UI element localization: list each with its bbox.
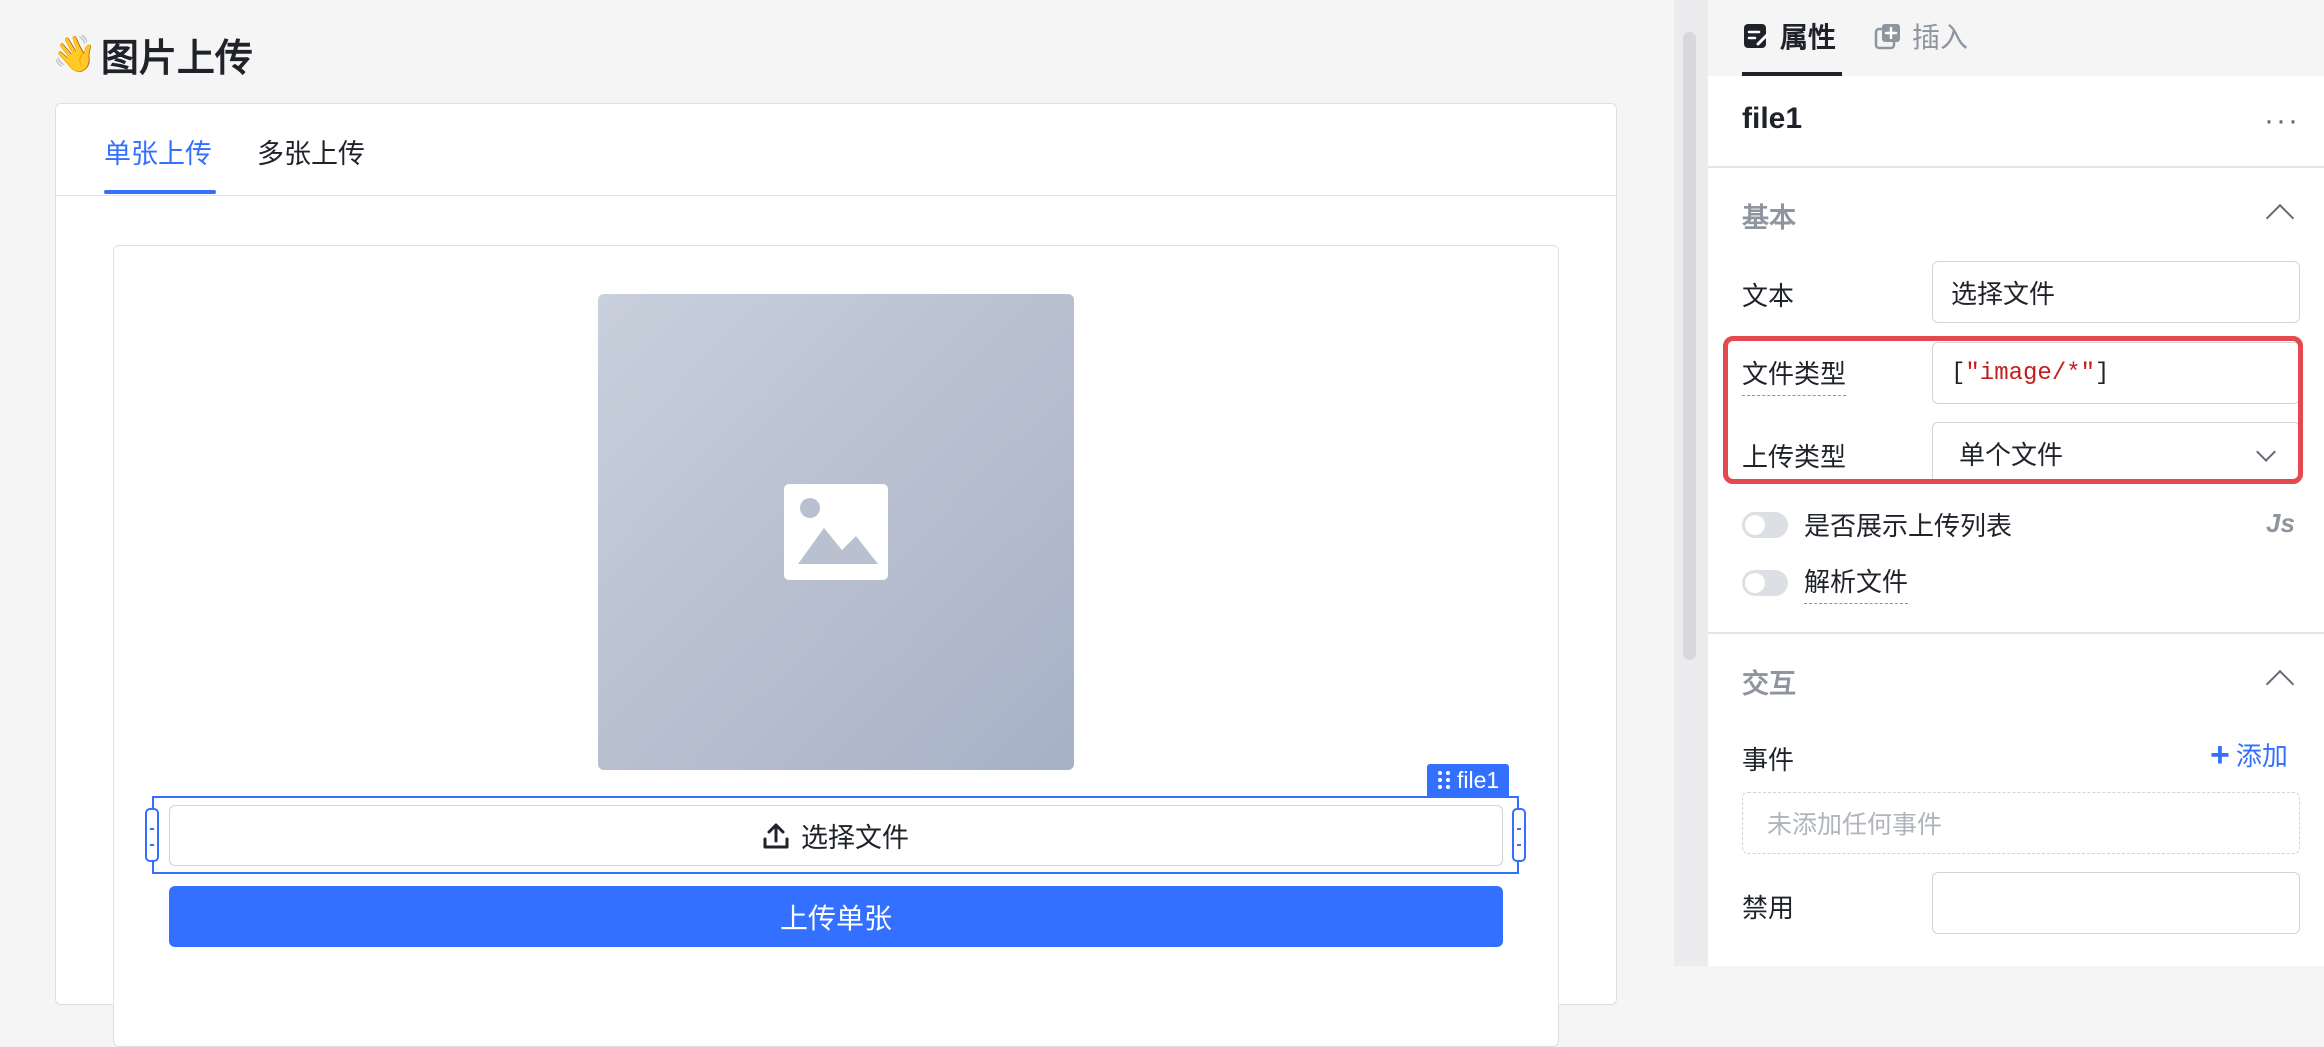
upload-type-value: 单个文件 (1959, 439, 2064, 470)
text-label: 文本 (1742, 281, 1795, 311)
file-type-label: 文件类型 (1742, 354, 1847, 396)
choose-file-label: 选择文件 (801, 823, 909, 853)
plus-icon: + (2210, 735, 2230, 774)
show-upload-list-toggle[interactable] (1742, 512, 1788, 538)
page-title: 👋 图片上传 (52, 24, 253, 84)
collapse-interaction-icon[interactable] (2265, 669, 2295, 699)
page-title-text: 图片上传 (100, 37, 253, 80)
upload-single-label: 上传单张 (779, 902, 892, 934)
selected-component-tag[interactable]: file1 (1427, 764, 1510, 796)
upload-icon (763, 823, 789, 848)
add-event-button[interactable]: + 添加 (2210, 736, 2288, 773)
collapse-basic-icon[interactable] (2265, 203, 2295, 233)
tab-properties[interactable]: 属性 (1742, 16, 1836, 56)
file-type-field[interactable]: [ "image/*" ] (1932, 342, 2300, 404)
panel-tab-bar: 属性 插入 (1708, 0, 2324, 76)
empty-events-placeholder: 未添加任何事件 (1742, 792, 2300, 854)
selected-component-name: file1 (1457, 766, 1500, 793)
drag-handle-icon[interactable] (1437, 770, 1451, 790)
text-field[interactable]: 选择文件 (1932, 261, 2300, 323)
wave-emoji: 👋 (52, 33, 97, 74)
parse-file-toggle[interactable] (1742, 570, 1788, 596)
component-name[interactable]: file1 (1742, 102, 1802, 136)
canvas-scrollbar-thumb[interactable] (1683, 32, 1696, 660)
image-preview-placeholder (598, 294, 1074, 770)
resize-handle-right[interactable] (1512, 808, 1526, 862)
resize-handle-left[interactable] (145, 808, 159, 862)
show-upload-list-label: 是否展示上传列表 (1804, 511, 2013, 541)
choose-file-button[interactable]: 选择文件 (169, 805, 1503, 866)
tab-multi-upload[interactable]: 多张上传 (257, 132, 365, 171)
properties-icon (1744, 24, 1769, 48)
divider (1708, 166, 2324, 168)
file-type-bracket-close: ] (2095, 359, 2110, 387)
js-icon[interactable]: Js (2266, 508, 2295, 539)
more-options-icon[interactable]: ··· (2264, 104, 2300, 138)
tab-bar: 单张上传 多张上传 (56, 104, 1616, 196)
properties-panel: 属性 插入 file1 ··· 基本 文本 选择文件 文件类型 [ "image… (1708, 0, 2324, 966)
chevron-down-icon (2256, 442, 2276, 462)
active-panel-tab-indicator (1742, 72, 1842, 76)
disabled-label: 禁用 (1742, 893, 1795, 923)
upload-type-label: 上传类型 (1742, 442, 1847, 472)
disabled-field[interactable] (1932, 872, 2300, 934)
file-type-value: "image/*" (1965, 359, 2096, 387)
section-basic-title[interactable]: 基本 (1742, 196, 1796, 235)
tab-insert[interactable]: 插入 (1874, 16, 1968, 56)
tab-single-upload[interactable]: 单张上传 (104, 132, 212, 171)
active-tab-indicator (104, 190, 216, 194)
file-type-bracket-open: [ (1951, 359, 1966, 387)
insert-icon (1874, 24, 1900, 50)
section-interaction-title[interactable]: 交互 (1742, 662, 1796, 701)
events-label: 事件 (1742, 745, 1795, 775)
image-icon (784, 484, 888, 580)
parse-file-label: 解析文件 (1804, 562, 1909, 604)
divider (1708, 632, 2324, 634)
add-event-label: 添加 (2235, 741, 2288, 771)
tab-properties-label: 属性 (1780, 22, 1837, 53)
upload-type-select[interactable]: 单个文件 (1932, 422, 2300, 484)
tab-insert-label: 插入 (1912, 22, 1969, 53)
upload-single-button[interactable]: 上传单张 (169, 886, 1503, 947)
